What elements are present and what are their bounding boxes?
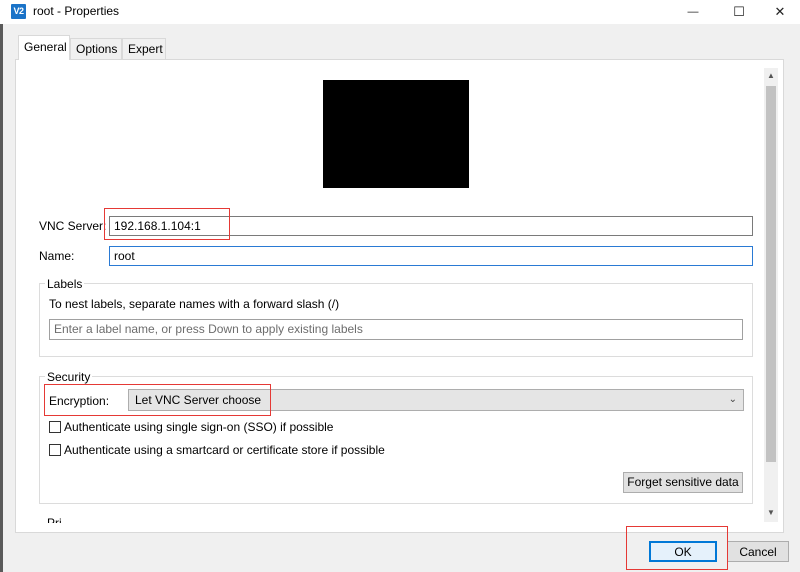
label-name-input[interactable]: Enter a label name, or press Down to app…	[49, 319, 743, 340]
maximize-icon: ☐	[733, 4, 745, 19]
scroll-down-button[interactable]: ▼	[764, 505, 778, 521]
maximize-button[interactable]: ☐	[716, 0, 762, 24]
forget-sensitive-data-button[interactable]: Forget sensitive data	[623, 472, 743, 493]
minimize-button[interactable]: —	[670, 0, 716, 24]
close-icon: ✕	[774, 4, 786, 19]
encryption-label: Encryption:	[49, 394, 110, 408]
labels-hint-text: To nest labels, separate names with a fo…	[49, 297, 340, 311]
window-edge	[0, 24, 3, 572]
name-label: Name:	[39, 249, 75, 263]
encryption-selected-value: Let VNC Server choose	[135, 393, 262, 407]
ok-button[interactable]: OK	[649, 541, 717, 562]
chevron-down-icon: ▼	[767, 508, 775, 517]
desktop-preview-thumbnail	[323, 80, 469, 188]
labels-group-title: Labels	[45, 277, 85, 291]
vnc-viewer-app-icon: V2	[11, 4, 26, 19]
sso-checkbox[interactable]	[49, 421, 61, 433]
tab-options[interactable]: Options	[70, 38, 122, 59]
security-group-title: Security	[45, 370, 93, 384]
close-button[interactable]: ✕	[760, 0, 800, 24]
window-title: root - Properties	[33, 4, 120, 18]
smartcard-checkbox[interactable]	[49, 444, 61, 456]
privacy-group-title-partial: Pri	[47, 516, 62, 523]
scrollbar-thumb[interactable]	[766, 86, 776, 462]
smartcard-checkbox-label[interactable]: Authenticate using a smartcard or certif…	[64, 443, 385, 457]
tab-general[interactable]: General	[18, 35, 70, 60]
chevron-down-icon: ⌄	[728, 394, 737, 405]
vnc-server-input[interactable]: 192.168.1.104:1	[109, 216, 753, 236]
cancel-button[interactable]: Cancel	[727, 541, 789, 562]
sso-checkbox-label[interactable]: Authenticate using single sign-on (SSO) …	[64, 420, 333, 434]
scroll-up-button[interactable]: ▲	[764, 68, 778, 84]
chevron-up-icon: ▲	[767, 71, 775, 80]
tab-expert[interactable]: Expert	[122, 38, 166, 59]
name-input[interactable]: root	[109, 246, 753, 266]
vnc-server-label: VNC Server:	[39, 219, 107, 233]
minimize-icon: —	[687, 6, 699, 18]
encryption-select[interactable]: Let VNC Server choose ⌄	[128, 389, 744, 411]
